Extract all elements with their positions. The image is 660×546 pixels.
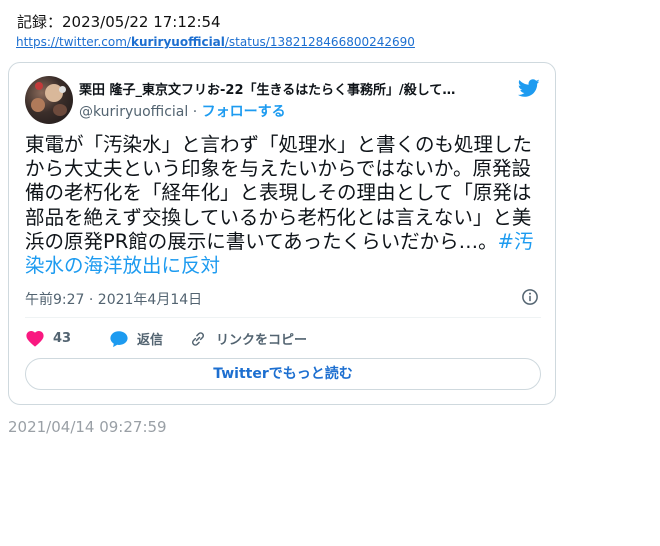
like-count: 43 <box>53 330 72 346</box>
follow-button[interactable]: フォローする <box>202 104 286 120</box>
source-url-prefix: https://twitter.com/ <box>16 35 131 49</box>
like-button[interactable]: 43 <box>25 329 71 347</box>
tweet-text: 東電が「汚染水」と言わず「処理水」と書くのも処理したから大丈夫という印象を与えた… <box>25 133 540 278</box>
source-url-suffix: /status/1382128466800242690 <box>224 35 415 49</box>
reply-bubble-icon <box>110 330 128 347</box>
reply-button[interactable]: 返信 <box>109 329 163 348</box>
read-more-button[interactable]: Twitterでもっと読む <box>25 358 541 390</box>
tweet-card: 栗田 隆子_東京文フリお-22「生きるはたらく事務所」/殺して… @kuriry… <box>8 62 556 405</box>
handle-separator: · <box>192 104 198 120</box>
archived-date: 2021/04/14 09:27:59 <box>8 418 167 436</box>
source-url-user: kuriryuofficial <box>130 35 225 49</box>
twitter-bird-icon[interactable] <box>517 77 541 99</box>
divider <box>25 317 541 318</box>
avatar[interactable] <box>25 76 73 124</box>
link-icon <box>191 331 205 346</box>
copy-link-button[interactable]: リンクをコピー <box>188 329 307 348</box>
copy-link-label: リンクをコピー <box>216 333 308 348</box>
source-url-link[interactable]: https://twitter.com/kuriryuofficial/stat… <box>16 35 415 49</box>
author-handle-row: @kuriryuofficial · フォローする <box>79 101 286 121</box>
info-icon[interactable] <box>521 288 539 306</box>
author-name[interactable]: 栗田 隆子_東京文フリお-22「生きるはたらく事務所」/殺して… <box>79 79 511 98</box>
record-timestamp: 記録：2023/05/22 17:12:54 <box>17 13 221 31</box>
reply-label: 返信 <box>137 333 164 348</box>
tweet-timestamp[interactable]: 午前9:27 · 2021年4月14日 <box>25 289 202 309</box>
author-handle[interactable]: @kuriryuofficial <box>79 104 188 120</box>
heart-icon <box>26 330 44 347</box>
tweet-text-content: 東電が「汚染水」と言わず「処理水」と書くのも処理したから大丈夫という印象を与えた… <box>25 133 533 253</box>
